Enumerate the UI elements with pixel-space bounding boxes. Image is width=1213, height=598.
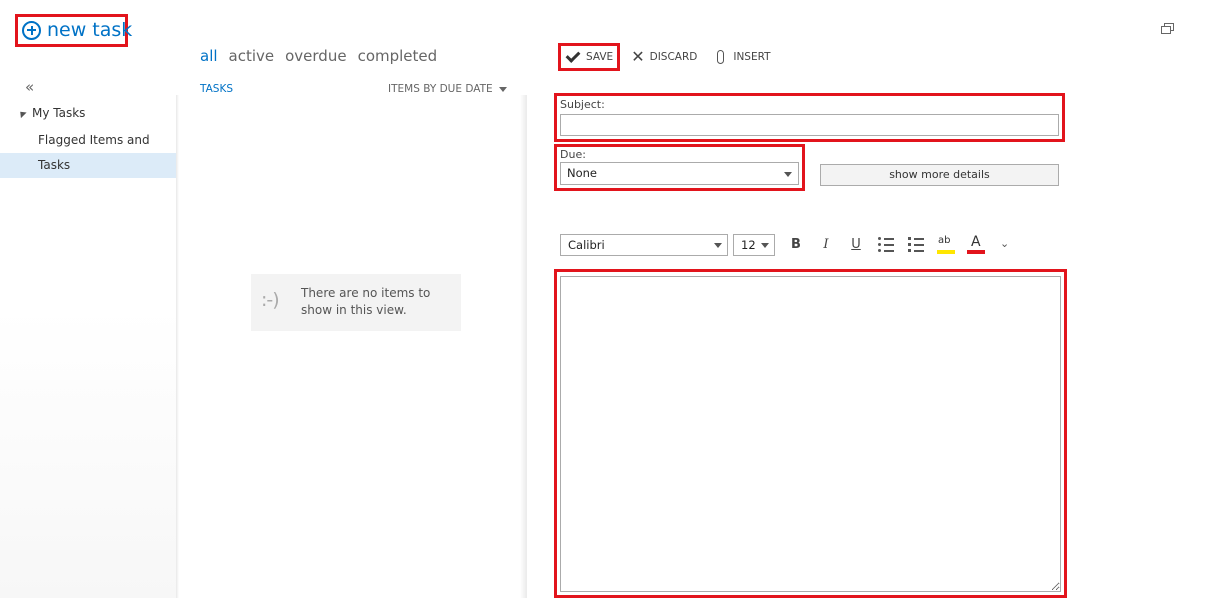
font-value: Calibri xyxy=(568,238,605,252)
subject-label: Subject: xyxy=(560,98,605,111)
font-family-select[interactable]: Calibri xyxy=(560,234,728,256)
filter-completed[interactable]: completed xyxy=(358,47,438,65)
due-select[interactable]: None xyxy=(560,162,799,185)
middle-divider xyxy=(520,95,527,598)
plus-circle-icon xyxy=(22,20,41,40)
save-button[interactable]: SAVE xyxy=(565,47,614,63)
tasks-section-label: TASKS xyxy=(200,83,233,95)
highlight-icon[interactable]: ab xyxy=(937,235,955,254)
insert-label: INSERT xyxy=(733,51,771,63)
due-value: None xyxy=(567,166,598,180)
chevron-down-icon xyxy=(714,243,722,248)
numbered-list-icon[interactable] xyxy=(908,237,924,252)
collapse-nav-button[interactable]: « xyxy=(25,78,34,96)
left-divider xyxy=(176,95,179,598)
new-task-label: new task xyxy=(47,19,133,41)
my-tasks-group[interactable]: My Tasks xyxy=(17,106,86,120)
expand-triangle-icon xyxy=(17,108,27,118)
font-color-icon[interactable]: A xyxy=(967,234,985,254)
filter-tabs: all active overdue completed xyxy=(200,47,437,65)
empty-state: :-) There are no items to show in this v… xyxy=(251,274,461,331)
paperclip-icon xyxy=(717,50,725,64)
chevron-down-icon xyxy=(784,172,792,177)
close-icon: ✕ xyxy=(631,47,645,66)
size-value: 12 xyxy=(741,238,756,252)
filter-all[interactable]: all xyxy=(200,47,218,65)
chevron-down-icon xyxy=(761,243,769,248)
italic-button[interactable]: I xyxy=(816,236,836,254)
chevron-down-icon xyxy=(498,86,507,92)
body-editor[interactable] xyxy=(560,276,1061,592)
subject-input[interactable] xyxy=(560,114,1059,136)
discard-label: DISCARD xyxy=(649,51,698,63)
my-tasks-label: My Tasks xyxy=(32,106,86,120)
underline-button[interactable]: U xyxy=(846,236,866,254)
bullet-list-icon[interactable] xyxy=(878,237,894,252)
filter-active[interactable]: active xyxy=(229,47,275,65)
left-navigation: « My Tasks Flagged Items and Tasks Tasks xyxy=(0,70,176,598)
more-formatting-button[interactable]: ⌄ xyxy=(1000,237,1009,250)
insert-button[interactable]: INSERT xyxy=(717,50,771,64)
bold-button[interactable]: B xyxy=(786,236,806,254)
sort-dropdown[interactable]: ITEMS BY DUE DATE xyxy=(388,83,507,95)
checkmark-icon xyxy=(565,47,581,63)
smiley-icon: :-) xyxy=(261,289,280,311)
empty-message: There are no items to show in this view. xyxy=(301,286,431,317)
discard-button[interactable]: ✕ DISCARD xyxy=(631,49,697,65)
due-label: Due: xyxy=(560,148,586,161)
save-label: SAVE xyxy=(586,51,614,63)
popout-icon[interactable] xyxy=(1161,23,1174,34)
compose-toolbar: SAVE ✕ DISCARD INSERT xyxy=(565,47,771,66)
filter-overdue[interactable]: overdue xyxy=(285,47,346,65)
show-more-details-button[interactable]: show more details xyxy=(820,164,1059,186)
font-size-select[interactable]: 12 xyxy=(733,234,775,256)
new-task-button[interactable]: new task xyxy=(22,18,132,42)
nav-item-flagged[interactable]: Flagged Items and Tasks xyxy=(0,128,176,172)
nav-item-tasks[interactable]: Tasks xyxy=(0,153,176,178)
sort-label: ITEMS BY DUE DATE xyxy=(388,83,493,95)
